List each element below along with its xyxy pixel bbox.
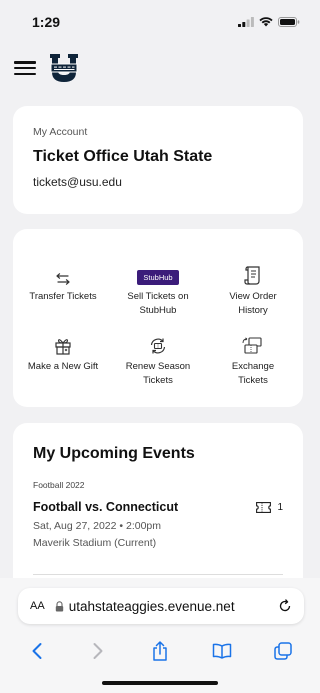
- exchange-tickets-action[interactable]: Exchange Tickets: [205, 329, 301, 388]
- actions-card: Transfer Tickets StubHub Sell Tickets on…: [13, 229, 303, 407]
- gift-icon: [55, 339, 71, 355]
- receipt-scroll-icon: [244, 266, 260, 285]
- account-card[interactable]: My Account Ticket Office Utah State tick…: [13, 106, 303, 214]
- transfer-tickets-action[interactable]: Transfer Tickets: [15, 259, 111, 304]
- menu-bar: [14, 61, 36, 64]
- account-label: My Account: [33, 126, 88, 138]
- lock-icon: [55, 600, 64, 612]
- sell-tickets-label-line2: StubHub: [139, 305, 177, 316]
- browser-toolbar: AA utahstateaggies.evenue.net: [0, 578, 320, 693]
- account-email: tickets@usu.edu: [33, 175, 122, 189]
- wifi-icon: [259, 17, 273, 27]
- signal-icon: [238, 17, 254, 27]
- menu-bar: [14, 72, 36, 75]
- exchange-tickets-label-line2: Tickets: [238, 375, 268, 386]
- renew-season-label-line2: Tickets: [143, 375, 173, 386]
- stubhub-logo-icon: StubHub: [137, 270, 179, 285]
- new-gift-action[interactable]: Make a New Gift: [15, 329, 111, 374]
- forward-button[interactable]: [78, 637, 118, 665]
- status-icons: [238, 17, 300, 27]
- chevron-right-icon: [93, 643, 103, 659]
- event-date: Sat, Aug 27, 2022 • 2:00pm: [33, 520, 162, 532]
- renew-season-action[interactable]: Renew Season Tickets: [110, 329, 206, 388]
- app-header: [14, 50, 80, 86]
- reader-settings-button[interactable]: AA: [30, 600, 45, 612]
- share-button[interactable]: [140, 637, 180, 665]
- chevron-left-icon: [32, 643, 42, 659]
- url-text: utahstateaggies.evenue.net: [68, 598, 235, 614]
- new-gift-label: Make a New Gift: [27, 361, 99, 372]
- order-history-label-line2: History: [238, 305, 268, 316]
- renew-cycle-icon: [150, 338, 166, 354]
- event-item[interactable]: Football 2022 Football vs. Connecticut 1…: [33, 480, 283, 549]
- order-history-action[interactable]: View Order History: [205, 259, 301, 318]
- share-icon: [153, 641, 167, 661]
- exchange-tickets-label-line1: Exchange: [231, 361, 275, 372]
- ticket-count-value: 1: [277, 501, 283, 513]
- bookmarks-button[interactable]: [202, 637, 242, 665]
- event-venue: Maverik Stadium (Current): [33, 537, 157, 549]
- menu-button[interactable]: [14, 61, 36, 75]
- address-bar[interactable]: AA utahstateaggies.evenue.net: [18, 588, 304, 624]
- exchange-tickets-icon: [242, 337, 262, 354]
- browser-nav-row: [0, 634, 320, 668]
- sell-tickets-action[interactable]: StubHub Sell Tickets on StubHub: [110, 259, 206, 318]
- event-season: Football 2022: [33, 480, 85, 490]
- battery-icon: [278, 17, 300, 27]
- order-history-label-line1: View Order: [229, 291, 277, 302]
- usu-state-u-logo[interactable]: [48, 52, 80, 84]
- tabs-button[interactable]: [263, 637, 303, 665]
- menu-bar: [14, 66, 36, 70]
- reload-icon[interactable]: [278, 599, 292, 613]
- transfer-arrows-icon: [56, 273, 70, 285]
- back-button[interactable]: [17, 637, 57, 665]
- status-bar: 1:29: [0, 0, 320, 44]
- book-icon: [212, 643, 231, 659]
- tabs-icon: [274, 642, 292, 660]
- ticket-icon: [256, 501, 272, 513]
- events-title: My Upcoming Events: [33, 445, 195, 462]
- home-indicator[interactable]: [102, 681, 218, 685]
- event-name: Football vs. Connecticut: [33, 500, 179, 514]
- event-divider: [33, 574, 283, 575]
- renew-season-label-line1: Renew Season: [125, 361, 191, 372]
- account-name: Ticket Office Utah State: [33, 148, 213, 165]
- sell-tickets-label-line1: Sell Tickets on: [127, 291, 189, 302]
- ticket-count: 1: [256, 502, 283, 513]
- transfer-tickets-label: Transfer Tickets: [29, 291, 97, 302]
- status-time: 1:29: [32, 14, 61, 30]
